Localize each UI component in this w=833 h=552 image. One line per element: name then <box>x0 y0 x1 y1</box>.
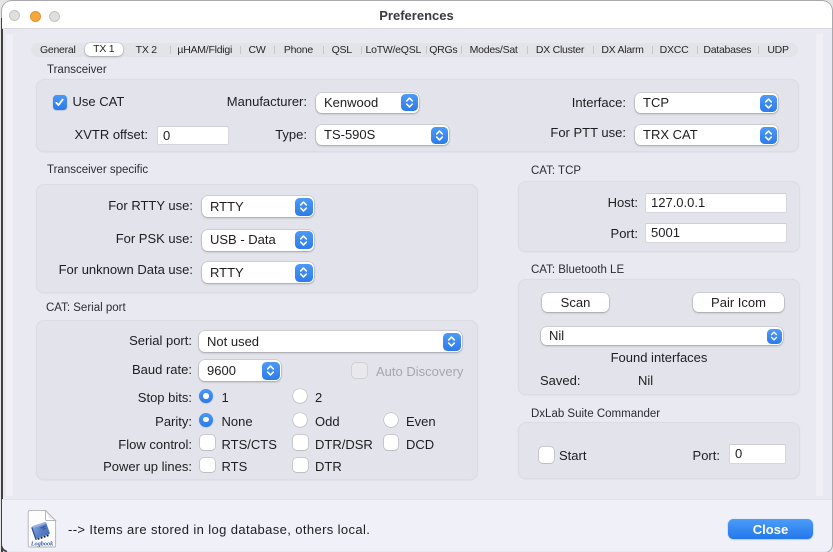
svg-text:Logbook: Logbook <box>29 540 53 547</box>
